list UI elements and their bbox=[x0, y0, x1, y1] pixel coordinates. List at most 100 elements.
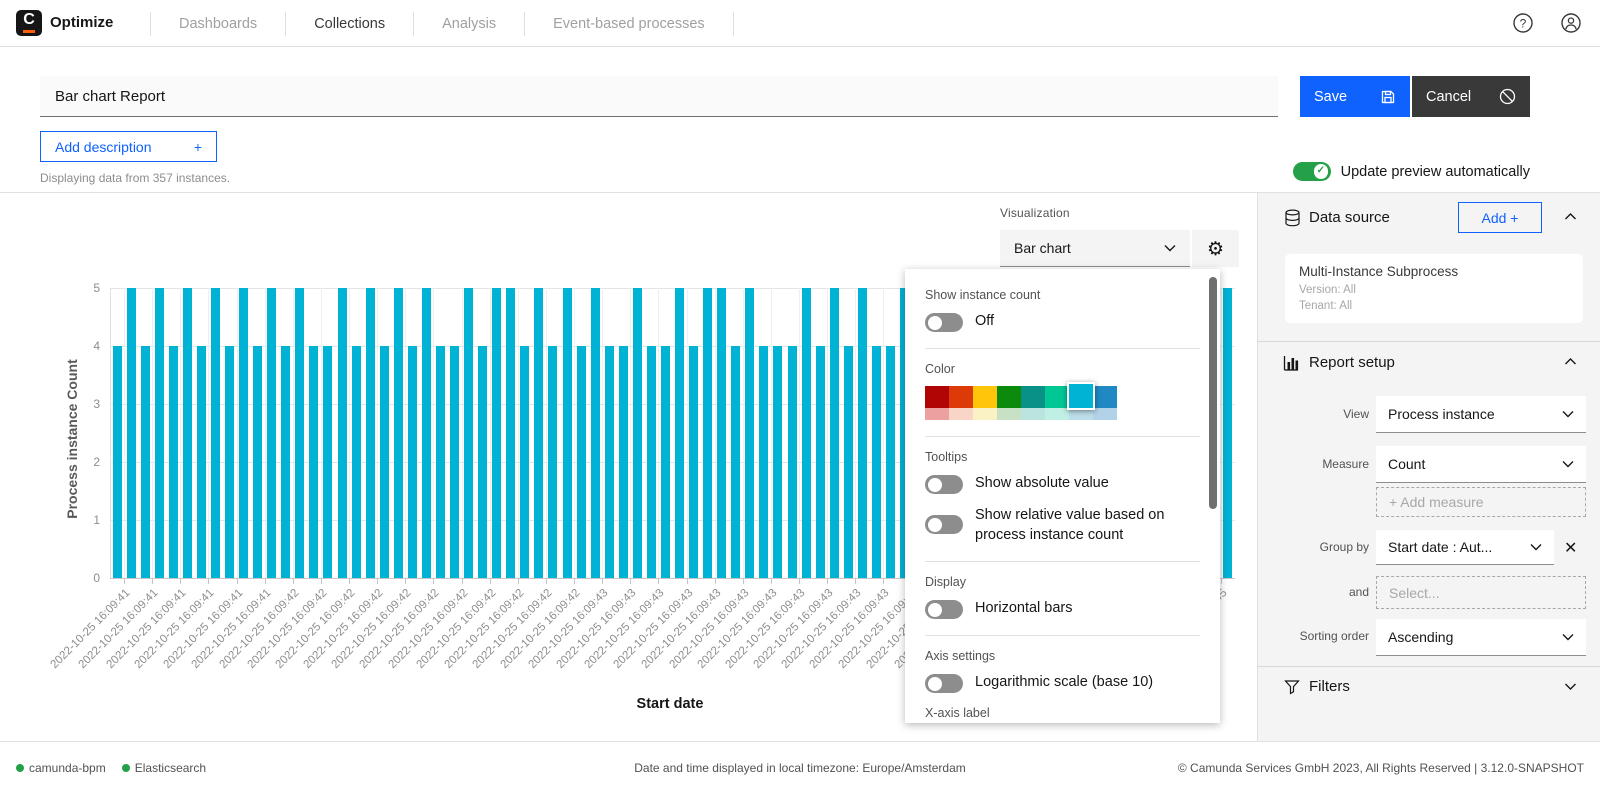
color-swatch[interactable] bbox=[973, 386, 997, 408]
save-button[interactable]: Save bbox=[1300, 76, 1410, 117]
bar[interactable] bbox=[478, 346, 487, 578]
logarithmic-scale-toggle[interactable] bbox=[925, 674, 963, 693]
bar[interactable] bbox=[788, 346, 797, 578]
color-swatch[interactable] bbox=[925, 386, 949, 408]
relative-value-toggle[interactable] bbox=[925, 515, 963, 534]
bar[interactable] bbox=[352, 346, 361, 578]
bar[interactable] bbox=[773, 346, 782, 578]
bar[interactable] bbox=[534, 288, 543, 578]
bar[interactable] bbox=[506, 288, 515, 578]
bar[interactable] bbox=[464, 288, 473, 578]
bar[interactable] bbox=[759, 346, 768, 578]
chevron-up-icon[interactable] bbox=[1564, 357, 1577, 366]
chart-settings-gear-button[interactable]: ⚙ bbox=[1192, 230, 1239, 267]
bar[interactable] bbox=[675, 288, 684, 578]
absolute-value-toggle[interactable] bbox=[925, 475, 963, 494]
camunda-logo[interactable]: C bbox=[16, 10, 42, 36]
bar[interactable] bbox=[830, 288, 839, 578]
sorting-order-dropdown[interactable]: Ascending bbox=[1376, 619, 1586, 656]
show-instance-count-toggle[interactable] bbox=[925, 313, 963, 332]
popover-scrollbar[interactable] bbox=[1209, 277, 1217, 509]
bar[interactable] bbox=[295, 288, 304, 578]
bar[interactable] bbox=[113, 346, 122, 578]
bar[interactable] bbox=[563, 288, 572, 578]
nav-item-analysis[interactable]: Analysis bbox=[413, 12, 524, 36]
add-data-source-button[interactable]: Add + bbox=[1458, 202, 1542, 233]
user-icon[interactable] bbox=[1560, 12, 1582, 34]
bar[interactable] bbox=[169, 346, 178, 578]
color-swatch[interactable] bbox=[1021, 408, 1045, 420]
color-swatch[interactable] bbox=[949, 408, 973, 420]
bar[interactable] bbox=[717, 288, 726, 578]
help-icon[interactable]: ? bbox=[1512, 12, 1534, 34]
and-group-by-select[interactable]: Select... bbox=[1376, 576, 1586, 609]
bar[interactable] bbox=[183, 288, 192, 578]
bar[interactable] bbox=[745, 288, 754, 578]
bar[interactable] bbox=[436, 346, 445, 578]
color-swatch[interactable] bbox=[925, 408, 949, 420]
bar[interactable] bbox=[492, 288, 501, 578]
bar[interactable] bbox=[309, 346, 318, 578]
bar[interactable] bbox=[197, 346, 206, 578]
bar[interactable] bbox=[872, 346, 881, 578]
visualization-dropdown[interactable]: Bar chart bbox=[1000, 230, 1190, 267]
bar[interactable] bbox=[703, 288, 712, 578]
color-swatch[interactable] bbox=[997, 386, 1021, 408]
bar[interactable] bbox=[141, 346, 150, 578]
color-swatch[interactable] bbox=[1045, 408, 1069, 420]
bar[interactable] bbox=[731, 346, 740, 578]
bar[interactable] bbox=[689, 346, 698, 578]
bar[interactable] bbox=[816, 346, 825, 578]
bar[interactable] bbox=[338, 288, 347, 578]
color-swatch[interactable] bbox=[1045, 386, 1069, 408]
measure-dropdown[interactable]: Count bbox=[1376, 446, 1586, 483]
bar[interactable] bbox=[844, 346, 853, 578]
bar[interactable] bbox=[605, 346, 614, 578]
color-swatch[interactable] bbox=[1067, 382, 1095, 410]
bar[interactable] bbox=[394, 288, 403, 578]
nav-item-collections[interactable]: Collections bbox=[285, 12, 413, 36]
nav-item-dashboards[interactable]: Dashboards bbox=[150, 12, 285, 36]
nav-item-event-based-processes[interactable]: Event-based processes bbox=[524, 12, 734, 36]
chevron-up-icon[interactable] bbox=[1564, 212, 1577, 221]
bar[interactable] bbox=[619, 346, 628, 578]
horizontal-bars-toggle[interactable] bbox=[925, 600, 963, 619]
bar[interactable] bbox=[422, 288, 431, 578]
bar[interactable] bbox=[647, 346, 656, 578]
bar[interactable] bbox=[380, 346, 389, 578]
bar[interactable] bbox=[267, 288, 276, 578]
color-swatch[interactable] bbox=[973, 408, 997, 420]
bar[interactable] bbox=[408, 346, 417, 578]
group-by-dropdown[interactable]: Start date : Aut... bbox=[1376, 530, 1554, 565]
remove-group-by-icon[interactable]: ✕ bbox=[1564, 538, 1577, 558]
view-dropdown[interactable]: Process instance bbox=[1376, 396, 1586, 433]
add-measure-button[interactable]: + Add measure bbox=[1376, 487, 1586, 517]
bar[interactable] bbox=[1223, 288, 1232, 578]
data-source-card[interactable]: Multi-Instance Subprocess Version: AllTe… bbox=[1285, 254, 1583, 323]
bar[interactable] bbox=[520, 346, 529, 578]
bar[interactable] bbox=[548, 346, 557, 578]
bar[interactable] bbox=[225, 346, 234, 578]
add-description-button[interactable]: Add description + bbox=[40, 131, 217, 162]
bar[interactable] bbox=[211, 288, 220, 578]
bar[interactable] bbox=[155, 288, 164, 578]
update-preview-toggle[interactable] bbox=[1293, 162, 1331, 181]
bar[interactable] bbox=[323, 346, 332, 578]
bar[interactable] bbox=[366, 288, 375, 578]
cancel-button[interactable]: Cancel bbox=[1412, 76, 1530, 117]
bar[interactable] bbox=[591, 288, 600, 578]
bar[interactable] bbox=[450, 346, 459, 578]
chevron-down-icon[interactable] bbox=[1564, 682, 1577, 691]
color-swatch[interactable] bbox=[1021, 386, 1045, 408]
bar[interactable] bbox=[858, 288, 867, 578]
color-swatch[interactable] bbox=[949, 386, 973, 408]
bar[interactable] bbox=[281, 346, 290, 578]
color-swatch[interactable] bbox=[1093, 386, 1117, 408]
color-swatch[interactable] bbox=[997, 408, 1021, 420]
bar[interactable] bbox=[253, 346, 262, 578]
bar[interactable] bbox=[127, 288, 136, 578]
bar[interactable] bbox=[239, 288, 248, 578]
bar[interactable] bbox=[661, 346, 670, 578]
bar[interactable] bbox=[633, 288, 642, 578]
report-title-input[interactable] bbox=[40, 76, 1278, 117]
